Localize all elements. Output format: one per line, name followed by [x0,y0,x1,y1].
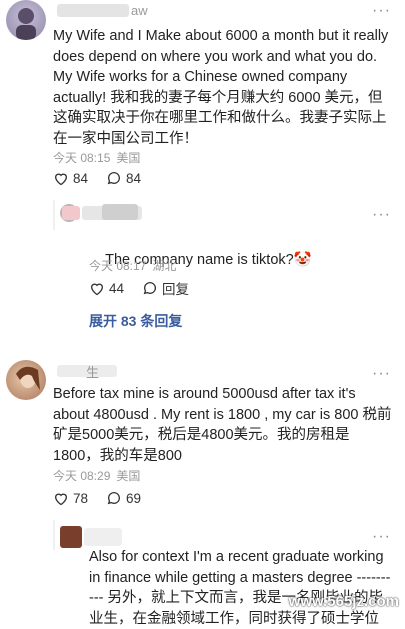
reply-button[interactable]: 回复 [142,278,189,298]
comment-button[interactable]: 84 [106,170,141,186]
comment-bubble-icon [143,282,157,295]
comment-1: aw ··· My Wife and I Make about 6000 a m… [0,0,405,195]
like-button[interactable]: 78 [53,491,88,506]
more-options-button[interactable]: ··· [372,2,391,20]
watermark: www.565jz.com [288,593,399,610]
reply-1: ··· The company name is tiktok?🤡 今天 08:1… [0,200,405,340]
reply-actions: 44 回复 [89,278,207,298]
comment-bubble-icon [107,492,121,505]
expand-replies-link[interactable]: 展开 83 条回复 [89,311,182,331]
username-blur [57,4,129,17]
like-count: 84 [73,170,89,186]
avatar[interactable] [6,0,46,40]
username[interactable]: aw [131,3,148,18]
comment-actions: 84 84 [53,170,159,186]
more-options-button[interactable]: ··· [372,206,391,224]
reply-text: Also for context I'm a recent graduate w… [89,549,391,627]
reply-label: 回复 [162,282,190,297]
timestamp: 今天 08:15 [53,151,111,165]
like-count: 78 [73,490,89,506]
comment-button[interactable]: 69 [106,490,141,506]
timestamp: 今天 08:17 [89,259,147,273]
avatar-portrait-icon [16,366,40,390]
username-blur [62,206,80,220]
timestamp: 今天 08:29 [53,469,111,483]
username[interactable]: 生 [86,362,99,381]
username-blur [102,204,138,220]
location: 湖北 [152,259,177,273]
comment-text: My Wife and I Make about 6000 a month bu… [53,28,393,147]
reply-indent [53,520,55,550]
location: 美国 [116,151,141,165]
more-options-button[interactable]: ··· [372,528,391,546]
comment-count: 84 [126,170,142,186]
reply-indent [53,200,55,230]
location: 美国 [116,469,141,483]
avatar[interactable] [6,360,46,400]
comment-2: 生 ··· Before tax mine is around 5000usd … [0,360,405,515]
comment-count: 69 [126,490,142,506]
comment-meta: 今天 08:15 美国 [53,149,146,166]
comment-bubble-icon [107,172,121,185]
clown-emoji: 🤡 [293,251,312,268]
heart-icon [54,173,68,185]
comment-text: Before tax mine is around 5000usd after … [53,386,392,464]
heart-icon [90,283,104,295]
username-blur [84,528,122,546]
heart-icon [54,493,68,505]
reply-meta: 今天 08:17 湖北 [89,257,182,274]
like-button[interactable]: 84 [53,171,88,186]
avatar-figure-icon [16,8,36,40]
reply-avatar[interactable] [60,526,82,548]
like-count: 44 [109,280,125,296]
comment-actions: 78 69 [53,490,159,506]
more-options-button[interactable]: ··· [372,365,391,383]
comment-meta: 今天 08:29 美国 [53,467,146,484]
like-button[interactable]: 44 [89,281,124,296]
